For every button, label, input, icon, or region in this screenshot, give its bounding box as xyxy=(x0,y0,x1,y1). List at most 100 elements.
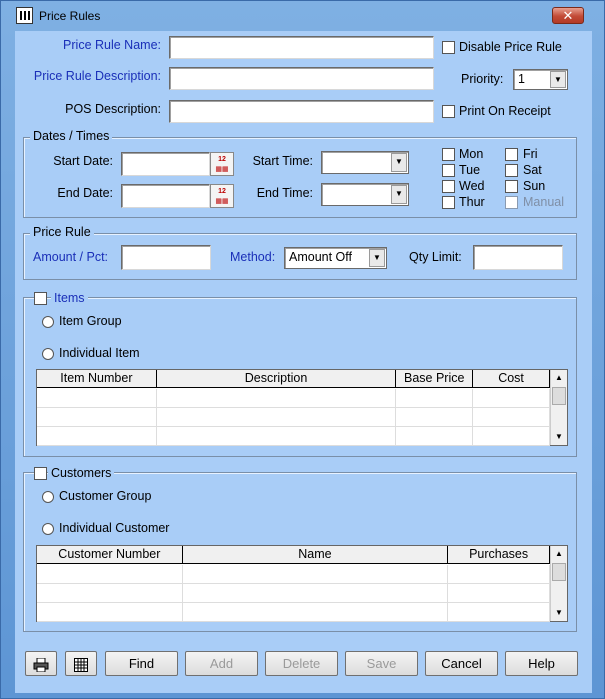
amount-pct-input[interactable] xyxy=(121,245,211,270)
end-time-select[interactable]: ▼ xyxy=(321,183,409,206)
client-area: Price Rule Name: Price Rule Description:… xyxy=(15,31,592,693)
table-row[interactable] xyxy=(37,603,550,622)
start-time-label: Start Time: xyxy=(252,154,313,168)
price-rule-legend: Price Rule xyxy=(30,225,94,239)
end-date-input[interactable] xyxy=(121,184,210,208)
qty-limit-input[interactable] xyxy=(473,245,563,270)
customer-group-label: Customer Group xyxy=(59,489,152,503)
priority-label: Priority: xyxy=(461,72,504,86)
end-date-label: End Date: xyxy=(57,186,113,200)
table-row[interactable] xyxy=(37,427,550,446)
day-tue-label: Tue xyxy=(459,163,481,177)
day-thur-label: Thur xyxy=(459,195,485,209)
price-rule-description-input[interactable] xyxy=(169,67,434,90)
print-on-receipt-label: Print On Receipt xyxy=(459,104,551,118)
column-header[interactable]: Customer Number xyxy=(37,546,183,563)
printer-icon xyxy=(33,657,49,673)
column-header[interactable]: Cost xyxy=(473,370,550,387)
chevron-down-icon[interactable]: ▼ xyxy=(391,185,407,204)
scroll-thumb[interactable] xyxy=(552,563,566,581)
method-value: Amount Off xyxy=(289,250,352,264)
amount-pct-label: Amount / Pct: xyxy=(33,250,109,264)
chevron-down-icon[interactable]: ▼ xyxy=(550,71,566,88)
individual-customer-radio[interactable] xyxy=(42,523,54,535)
pos-description-label: POS Description: xyxy=(65,102,161,116)
start-time-select[interactable]: ▼ xyxy=(321,151,409,174)
disable-price-rule-label: Disable Price Rule xyxy=(459,40,562,54)
scroll-up-icon[interactable]: ▲ xyxy=(551,546,567,562)
customers-checkbox[interactable] xyxy=(34,467,47,480)
column-header[interactable]: Item Number xyxy=(37,370,157,387)
day-sat-checkbox[interactable] xyxy=(505,164,518,177)
method-select[interactable]: Amount Off ▼ xyxy=(284,247,387,269)
items-checkbox[interactable] xyxy=(34,292,47,305)
calendar-icon[interactable]: 12 ▦▦ xyxy=(210,152,234,176)
find-button[interactable]: Find xyxy=(105,651,178,676)
day-wed-label: Wed xyxy=(459,179,485,193)
app-icon xyxy=(16,7,33,24)
customers-grid[interactable]: Customer Number Name Purchases ▲ ▼ xyxy=(36,545,568,622)
scroll-down-icon[interactable]: ▼ xyxy=(551,605,567,621)
priority-select[interactable]: 1 ▼ xyxy=(513,69,568,90)
column-header[interactable]: Purchases xyxy=(448,546,550,563)
dates-times-group xyxy=(23,137,577,218)
day-wed-checkbox[interactable] xyxy=(442,180,455,193)
day-manual-checkbox[interactable] xyxy=(505,196,518,209)
chevron-down-icon[interactable]: ▼ xyxy=(391,153,407,172)
chevron-down-icon[interactable]: ▼ xyxy=(369,249,385,267)
day-sun-checkbox[interactable] xyxy=(505,180,518,193)
day-fri-label: Fri xyxy=(523,147,538,161)
qty-limit-label: Qty Limit: xyxy=(409,250,462,264)
individual-customer-label: Individual Customer xyxy=(59,521,170,535)
day-mon-checkbox[interactable] xyxy=(442,148,455,161)
scroll-thumb[interactable] xyxy=(552,387,566,405)
disable-price-rule-checkbox[interactable] xyxy=(442,41,455,54)
items-scrollbar[interactable]: ▲ ▼ xyxy=(550,370,567,445)
day-fri-checkbox[interactable] xyxy=(505,148,518,161)
day-thur-checkbox[interactable] xyxy=(442,196,455,209)
pos-description-input[interactable] xyxy=(169,100,434,123)
method-label: Method: xyxy=(230,250,276,264)
price-rule-name-input[interactable] xyxy=(169,36,434,59)
grid-icon xyxy=(74,657,88,672)
end-time-label: End Time: xyxy=(256,186,313,200)
items-legend-text: Items xyxy=(51,291,88,305)
start-date-label: Start Date: xyxy=(53,154,113,168)
scroll-down-icon[interactable]: ▼ xyxy=(551,429,567,445)
print-on-receipt-checkbox[interactable] xyxy=(442,105,455,118)
customers-grid-header: Customer Number Name Purchases xyxy=(37,546,550,564)
day-tue-checkbox[interactable] xyxy=(442,164,455,177)
table-row[interactable] xyxy=(37,408,550,427)
cancel-button[interactable]: Cancel xyxy=(425,651,498,676)
dates-times-legend: Dates / Times xyxy=(30,129,113,143)
table-row[interactable] xyxy=(37,565,550,584)
table-row[interactable] xyxy=(37,389,550,408)
save-button[interactable]: Save xyxy=(345,651,418,676)
table-row[interactable] xyxy=(37,584,550,603)
start-date-input[interactable] xyxy=(121,152,210,176)
items-grid[interactable]: Item Number Description Base Price Cost … xyxy=(36,369,568,446)
column-header[interactable]: Description xyxy=(157,370,397,387)
day-sat-label: Sat xyxy=(523,163,542,177)
help-button[interactable]: Help xyxy=(505,651,578,676)
column-header[interactable]: Base Price xyxy=(396,370,474,387)
customer-group-radio[interactable] xyxy=(42,491,54,503)
price-rule-name-label: Price Rule Name: xyxy=(63,38,161,52)
close-button[interactable]: ✕ xyxy=(552,7,584,24)
customers-scrollbar[interactable]: ▲ ▼ xyxy=(550,546,567,621)
column-header[interactable]: Name xyxy=(183,546,449,563)
day-manual-label: Manual xyxy=(523,195,564,209)
item-group-radio[interactable] xyxy=(42,316,54,328)
title-bar[interactable]: Price Rules ✕ xyxy=(1,1,604,31)
day-mon-label: Mon xyxy=(459,147,484,161)
print-button[interactable] xyxy=(25,651,57,676)
items-grid-header: Item Number Description Base Price Cost xyxy=(37,370,550,388)
calendar-icon[interactable]: 12 ▦▦ xyxy=(210,184,234,208)
individual-item-radio[interactable] xyxy=(42,348,54,360)
delete-button[interactable]: Delete xyxy=(265,651,338,676)
scroll-up-icon[interactable]: ▲ xyxy=(551,370,567,386)
price-rule-description-label: Price Rule Description: xyxy=(33,69,161,83)
grid-view-button[interactable] xyxy=(65,651,97,676)
add-button[interactable]: Add xyxy=(185,651,258,676)
priority-value: 1 xyxy=(518,72,525,86)
